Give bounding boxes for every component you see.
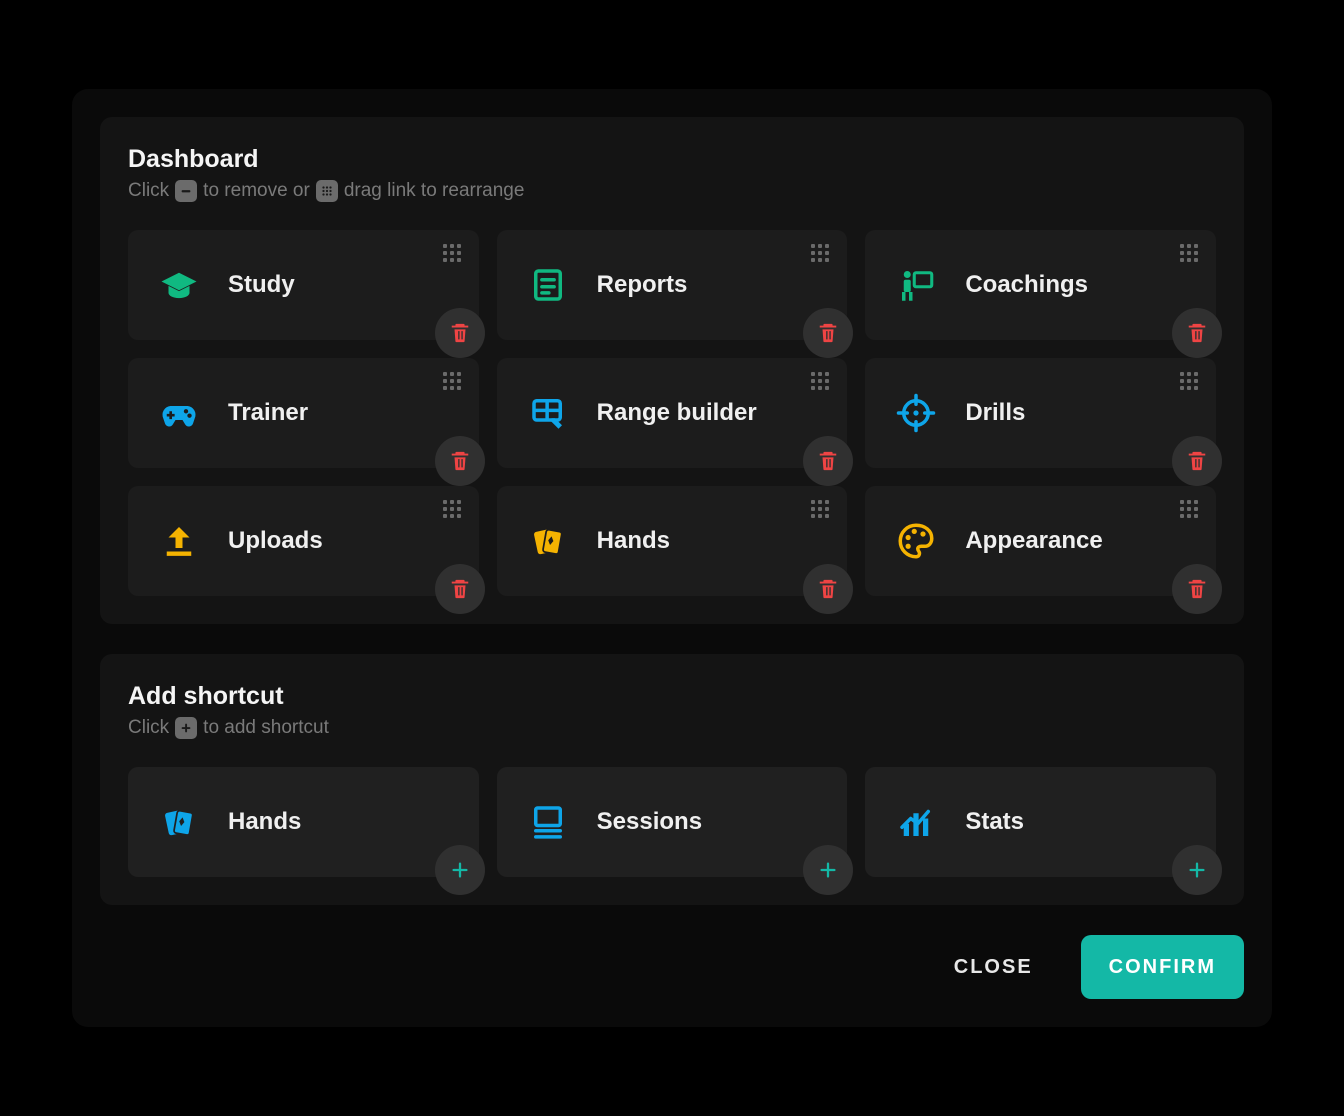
add-shortcut-title: Add shortcut <box>128 682 1216 711</box>
trash-icon <box>449 450 471 472</box>
remove-button[interactable] <box>803 308 853 358</box>
card-label: Hands <box>597 527 670 555</box>
remove-button[interactable] <box>435 436 485 486</box>
card-label: Coachings <box>965 271 1088 299</box>
palette-icon <box>895 520 937 562</box>
remove-button[interactable] <box>1172 436 1222 486</box>
trash-icon <box>1186 578 1208 600</box>
modal-footer: CLOSE CONFIRM <box>100 935 1244 999</box>
add-card-sessions[interactable]: Sessions <box>497 767 848 877</box>
card-label: Drills <box>965 399 1025 427</box>
card-label: Uploads <box>228 527 323 555</box>
dashboard-card-reports[interactable]: Reports <box>497 230 848 340</box>
dashboard-cards: Study Reports Coachi <box>128 230 1216 596</box>
sessions-icon <box>527 801 569 843</box>
card-label: Hands <box>228 808 301 836</box>
crosshair-icon <box>895 392 937 434</box>
stats-icon <box>895 801 937 843</box>
dashboard-card-uploads[interactable]: Uploads <box>128 486 479 596</box>
upload-icon <box>158 520 200 562</box>
close-button[interactable]: CLOSE <box>926 935 1061 999</box>
drag-handle[interactable] <box>1180 500 1198 518</box>
drag-handle[interactable] <box>1180 372 1198 390</box>
dashboard-card-hands[interactable]: Hands <box>497 486 848 596</box>
dashboard-section: Dashboard Click to remove or drag link t… <box>100 117 1244 624</box>
remove-button[interactable] <box>435 308 485 358</box>
dashboard-hint: Click to remove or drag link to rearrang… <box>128 180 1216 202</box>
drag-chip-icon <box>316 180 338 202</box>
trash-icon <box>449 578 471 600</box>
drag-handle[interactable] <box>443 500 461 518</box>
gamepad-icon <box>158 392 200 434</box>
add-button[interactable] <box>435 845 485 895</box>
add-card-stats[interactable]: Stats <box>865 767 1216 877</box>
card-label: Reports <box>597 271 688 299</box>
plus-icon <box>449 859 471 881</box>
plus-chip-icon <box>175 717 197 739</box>
dashboard-card-drills[interactable]: Drills <box>865 358 1216 468</box>
drag-handle[interactable] <box>811 500 829 518</box>
dashboard-card-appearance[interactable]: Appearance <box>865 486 1216 596</box>
cards-icon <box>527 520 569 562</box>
add-shortcut-section: Add shortcut Click to add shortcut Hands <box>100 654 1244 905</box>
card-label: Sessions <box>597 808 702 836</box>
remove-button[interactable] <box>803 564 853 614</box>
drag-handle[interactable] <box>443 244 461 262</box>
card-label: Range builder <box>597 399 757 427</box>
trash-icon <box>817 578 839 600</box>
add-shortcut-hint: Click to add shortcut <box>128 717 1216 739</box>
shortcuts-modal: Dashboard Click to remove or drag link t… <box>72 89 1272 1027</box>
remove-button[interactable] <box>803 436 853 486</box>
minus-chip-icon <box>175 180 197 202</box>
plus-icon <box>1186 859 1208 881</box>
remove-button[interactable] <box>1172 564 1222 614</box>
graduation-cap-icon <box>158 264 200 306</box>
trash-icon <box>817 450 839 472</box>
remove-button[interactable] <box>1172 308 1222 358</box>
remove-button[interactable] <box>435 564 485 614</box>
card-label: Stats <box>965 808 1024 836</box>
dashboard-card-trainer[interactable]: Trainer <box>128 358 479 468</box>
drag-handle[interactable] <box>811 244 829 262</box>
plus-icon <box>817 859 839 881</box>
dashboard-title: Dashboard <box>128 145 1216 174</box>
add-cards: Hands Sessions Stats <box>128 767 1216 877</box>
add-button[interactable] <box>803 845 853 895</box>
add-button[interactable] <box>1172 845 1222 895</box>
trash-icon <box>817 322 839 344</box>
trash-icon <box>1186 450 1208 472</box>
drag-handle[interactable] <box>1180 244 1198 262</box>
card-label: Study <box>228 271 295 299</box>
add-card-hands[interactable]: Hands <box>128 767 479 877</box>
dashboard-card-study[interactable]: Study <box>128 230 479 340</box>
card-label: Trainer <box>228 399 308 427</box>
drag-handle[interactable] <box>443 372 461 390</box>
table-edit-icon <box>527 392 569 434</box>
confirm-button[interactable]: CONFIRM <box>1081 935 1244 999</box>
presentation-icon <box>895 264 937 306</box>
trash-icon <box>449 322 471 344</box>
card-label: Appearance <box>965 527 1102 555</box>
drag-handle[interactable] <box>811 372 829 390</box>
cards-icon <box>158 801 200 843</box>
dashboard-card-range-builder[interactable]: Range builder <box>497 358 848 468</box>
trash-icon <box>1186 322 1208 344</box>
dashboard-card-coachings[interactable]: Coachings <box>865 230 1216 340</box>
document-icon <box>527 264 569 306</box>
